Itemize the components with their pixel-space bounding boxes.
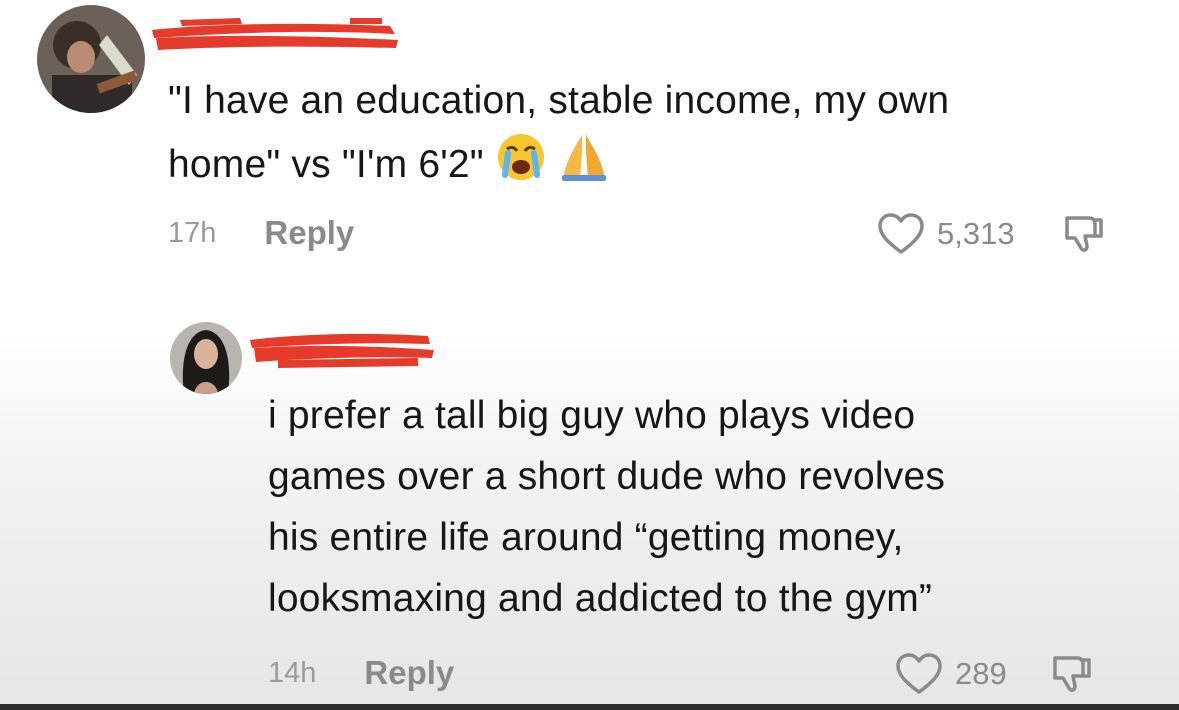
comment-text: i prefer a tall big guy who plays video …: [268, 385, 945, 629]
bottom-edge-bar: [0, 704, 1179, 710]
comment-meta: 17h Reply: [168, 214, 354, 252]
heart-icon[interactable]: [895, 652, 943, 696]
comment-text-line-1: i prefer a tall big guy who plays video: [268, 394, 916, 437]
comment-text-line-1: "I have an education, stable income, my …: [168, 79, 950, 122]
dislike-icon[interactable]: [1059, 212, 1105, 256]
avatar[interactable]: [170, 322, 242, 394]
reply-button[interactable]: Reply: [264, 214, 354, 252]
comment-text-line-2: home" vs "I'm 6'2": [168, 131, 949, 201]
reply-button[interactable]: Reply: [364, 654, 454, 692]
username-redaction: [248, 330, 438, 375]
comment-meta: 14h Reply: [268, 654, 454, 692]
timestamp: 14h: [268, 656, 317, 689]
like-group: 289: [895, 652, 1093, 696]
comment-text: "I have an education, stable income, my …: [168, 70, 949, 201]
comment-text-line-2: games over a short dude who revolves: [268, 455, 946, 498]
folded-hands-icon: [558, 131, 610, 201]
username-redaction: [150, 16, 400, 61]
heart-icon[interactable]: [877, 212, 925, 256]
loudly-crying-face-icon: [495, 131, 547, 201]
like-count: 5,313: [937, 216, 1015, 251]
like-group: 5,313: [877, 212, 1105, 256]
avatar[interactable]: [37, 5, 145, 113]
dislike-icon[interactable]: [1047, 652, 1093, 696]
like-count: 289: [955, 656, 1007, 691]
comment-text-line-4: looksmaxing and addicted to the gym”: [268, 577, 933, 620]
timestamp: 17h: [168, 216, 217, 249]
comment-text-line-2-words: home" vs "I'm 6'2": [168, 143, 484, 186]
comment-text-line-3: his entire life around “getting money,: [268, 516, 904, 559]
